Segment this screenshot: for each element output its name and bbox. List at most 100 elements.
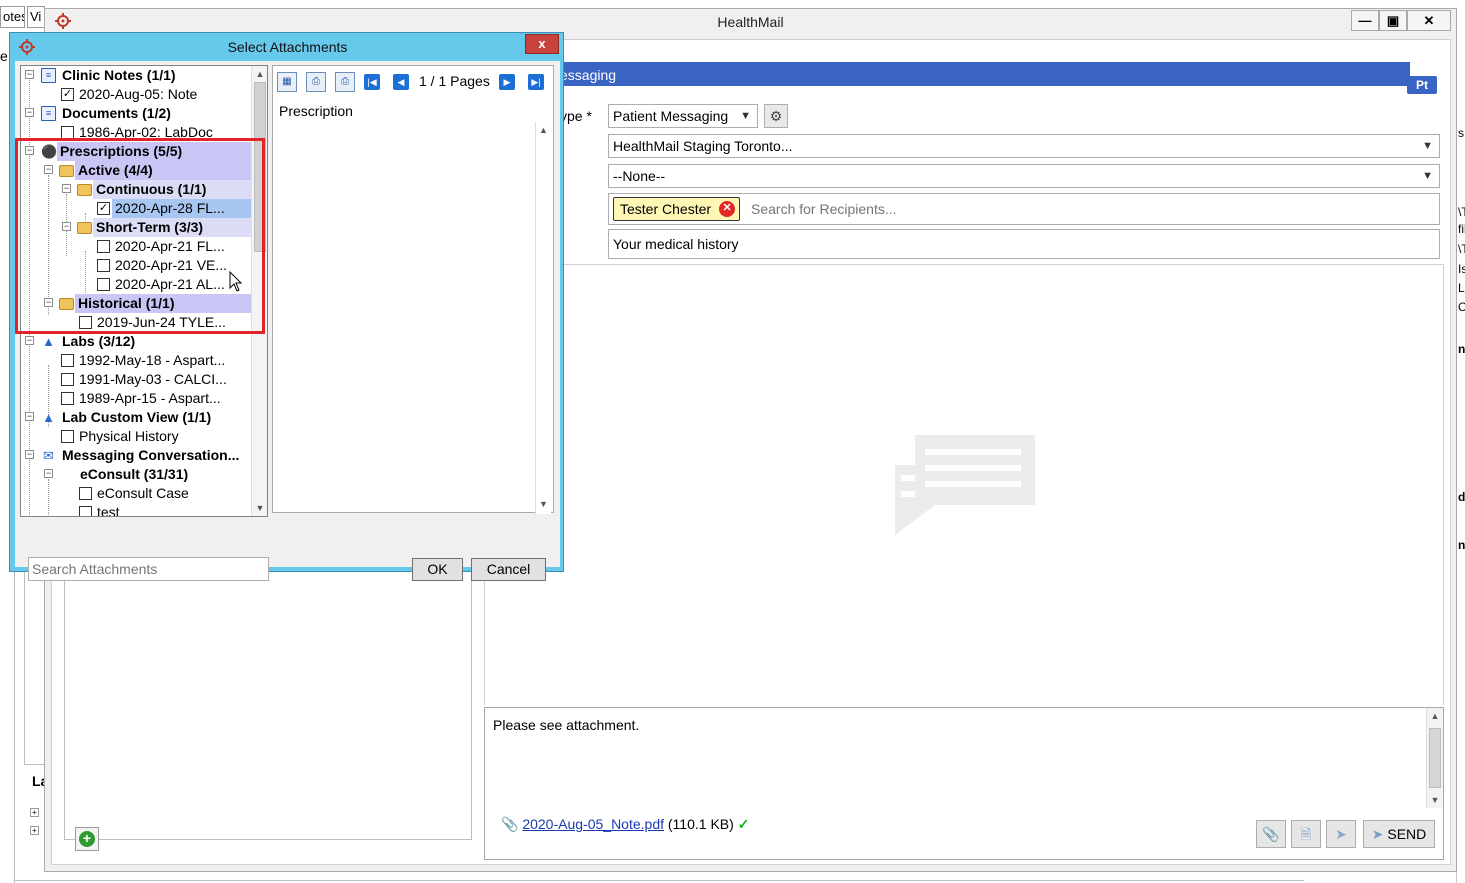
print-preview-button[interactable]: ⎙ (306, 72, 326, 92)
scroll-down-icon[interactable]: ▼ (252, 500, 267, 516)
collapse-icon[interactable]: − (44, 469, 53, 478)
printer-outline-icon: ⎙ (312, 76, 320, 87)
from-select[interactable]: HealthMail Staging Toronto... ▼ (608, 134, 1440, 158)
tree-node-label: Prescriptions (5/5) (57, 142, 251, 161)
maximize-button[interactable]: ▣ (1379, 10, 1407, 31)
preview-scrollbar[interactable]: ▲ ▼ (535, 122, 551, 514)
first-page-button[interactable]: |◀ (364, 74, 380, 90)
right-fragment: fil (1458, 222, 1465, 236)
checkbox-unchecked[interactable] (61, 430, 74, 443)
document-icon: 🗎 (1300, 826, 1312, 842)
add-button[interactable]: + (75, 827, 99, 851)
background-fragment-e: e (0, 48, 8, 64)
close-button[interactable]: ✕ (1407, 10, 1451, 31)
right-fragment: d (1458, 490, 1465, 504)
checkbox-unchecked[interactable] (61, 354, 74, 367)
subject-field[interactable]: Your medical history (608, 229, 1440, 259)
type-settings-button[interactable]: ⚙ (764, 104, 788, 128)
send-options-button[interactable]: ➤ (1326, 820, 1356, 848)
ok-button[interactable]: OK (412, 558, 463, 581)
collapse-icon[interactable]: − (25, 450, 34, 459)
previous-page-button[interactable]: ◀ (393, 74, 409, 90)
scroll-up-icon[interactable]: ▲ (252, 66, 267, 82)
checkbox-unchecked[interactable] (79, 506, 92, 516)
tree-item-label: 2020-Apr-21 VE... (115, 257, 228, 273)
background-tab-view-label: Vi (30, 9, 42, 24)
minimize-button[interactable]: — (1351, 10, 1379, 31)
collapse-icon[interactable]: − (62, 222, 71, 231)
dialog-title: Select Attachments (227, 39, 348, 55)
background-expand-icon[interactable]: + (30, 808, 39, 817)
printer-icon: ⎙ (341, 76, 349, 87)
paperclip-icon: 📎 (1262, 826, 1280, 842)
scroll-down-icon[interactable]: ▼ (1427, 792, 1443, 808)
message-type-select[interactable]: Patient Messaging ▼ (608, 104, 758, 128)
checkbox-unchecked[interactable] (61, 126, 74, 139)
compose-header-label: essaging (560, 67, 617, 83)
tree-item-label: test (97, 504, 120, 517)
background-expand-icon[interactable]: + (30, 826, 39, 835)
recipient-chip[interactable]: Tester Chester ✕ (613, 197, 741, 221)
collapse-icon[interactable]: − (25, 336, 34, 345)
right-fragment: LI (1458, 281, 1465, 295)
cancel-button[interactable]: Cancel (471, 558, 546, 581)
body-scrollbar[interactable]: ▲ ▼ (1426, 708, 1443, 808)
tree-scrollbar[interactable]: ▲ ▼ (251, 66, 267, 516)
attach-file-button[interactable]: 📎 (1256, 820, 1286, 848)
checkbox-unchecked[interactable] (97, 240, 110, 253)
prescription-pill-icon: ⚫ (41, 144, 58, 159)
next-page-button[interactable]: ▶ (499, 74, 515, 90)
chevron-down-icon: ▼ (1422, 140, 1433, 152)
secondary-select[interactable]: --None-- ▼ (608, 164, 1440, 188)
checkbox-checked[interactable]: ✓ (97, 202, 110, 215)
remove-recipient-icon[interactable]: ✕ (719, 201, 736, 217)
collapse-icon[interactable]: − (25, 70, 34, 79)
collapse-icon[interactable]: − (44, 298, 53, 307)
collapse-icon[interactable]: − (44, 165, 53, 174)
tree-item-label: 1986-Apr-02: LabDoc (79, 124, 213, 140)
collapse-icon[interactable]: − (62, 184, 71, 193)
tree-item-label: 2020-Apr-21 FL... (115, 238, 225, 254)
tree-node-label: Continuous (1/1) (93, 180, 251, 199)
background-tab-notes[interactable]: otes (0, 6, 25, 28)
tree-connector (48, 175, 49, 315)
attach-document-button[interactable]: 🗎 (1291, 820, 1321, 848)
scroll-up-icon[interactable]: ▲ (1427, 708, 1443, 724)
attachment-link[interactable]: 2020-Aug-05_Note.pdf (522, 816, 664, 832)
print-button[interactable]: ⎙ (335, 72, 355, 92)
collapse-icon[interactable]: − (25, 108, 34, 117)
checkbox-unchecked[interactable] (79, 316, 92, 329)
message-body-field[interactable]: Please see attachment. ▲ ▼ 📎 2020-Aug-05… (484, 707, 1444, 860)
collapse-icon[interactable]: − (25, 146, 34, 155)
checkbox-unchecked[interactable] (79, 487, 92, 500)
tree-item-label: 1992-May-18 - Aspart... (79, 352, 226, 368)
checkbox-checked[interactable]: ✓ (61, 88, 74, 101)
right-fragment: na (1458, 538, 1465, 552)
patient-badge[interactable]: Pt (1407, 76, 1437, 94)
last-page-button[interactable]: ▶| (528, 74, 544, 90)
checkbox-unchecked[interactable] (97, 259, 110, 272)
scroll-down-icon[interactable]: ▼ (536, 496, 551, 512)
send-button[interactable]: ➤ SEND (1363, 820, 1435, 848)
tree-node-label: Messaging Conversation... (62, 447, 240, 463)
tree-item-label: Physical History (79, 428, 179, 444)
recipient-search-input[interactable] (749, 199, 1149, 219)
preview-toolbar: ▦ ⎙ ⎙ |◀ ◀ 1 / 1 Pages ▶ ▶| (273, 66, 553, 98)
checkbox-unchecked[interactable] (97, 278, 110, 291)
background-bottom-line (14, 880, 1304, 881)
collapse-icon[interactable]: − (25, 412, 34, 421)
search-attachments-input[interactable] (28, 557, 269, 581)
tree-scroll-thumb[interactable] (254, 82, 266, 252)
checkbox-unchecked[interactable] (61, 392, 74, 405)
tree-node-label: Labs (3/12) (62, 333, 136, 349)
fit-page-button[interactable]: ▦ (277, 72, 297, 92)
background-tab-view[interactable]: Vi (27, 6, 45, 28)
folder-icon (59, 298, 74, 310)
scroll-thumb[interactable] (1429, 728, 1441, 788)
dialog-close-button[interactable]: x (525, 34, 559, 54)
checkbox-unchecked[interactable] (61, 373, 74, 386)
recipients-field[interactable]: Tester Chester ✕ (608, 193, 1440, 225)
checkmark-icon: ✓ (737, 816, 750, 832)
tree-item-label: 1991-May-03 - CALCI... (79, 371, 227, 387)
scroll-up-icon[interactable]: ▲ (536, 122, 551, 138)
